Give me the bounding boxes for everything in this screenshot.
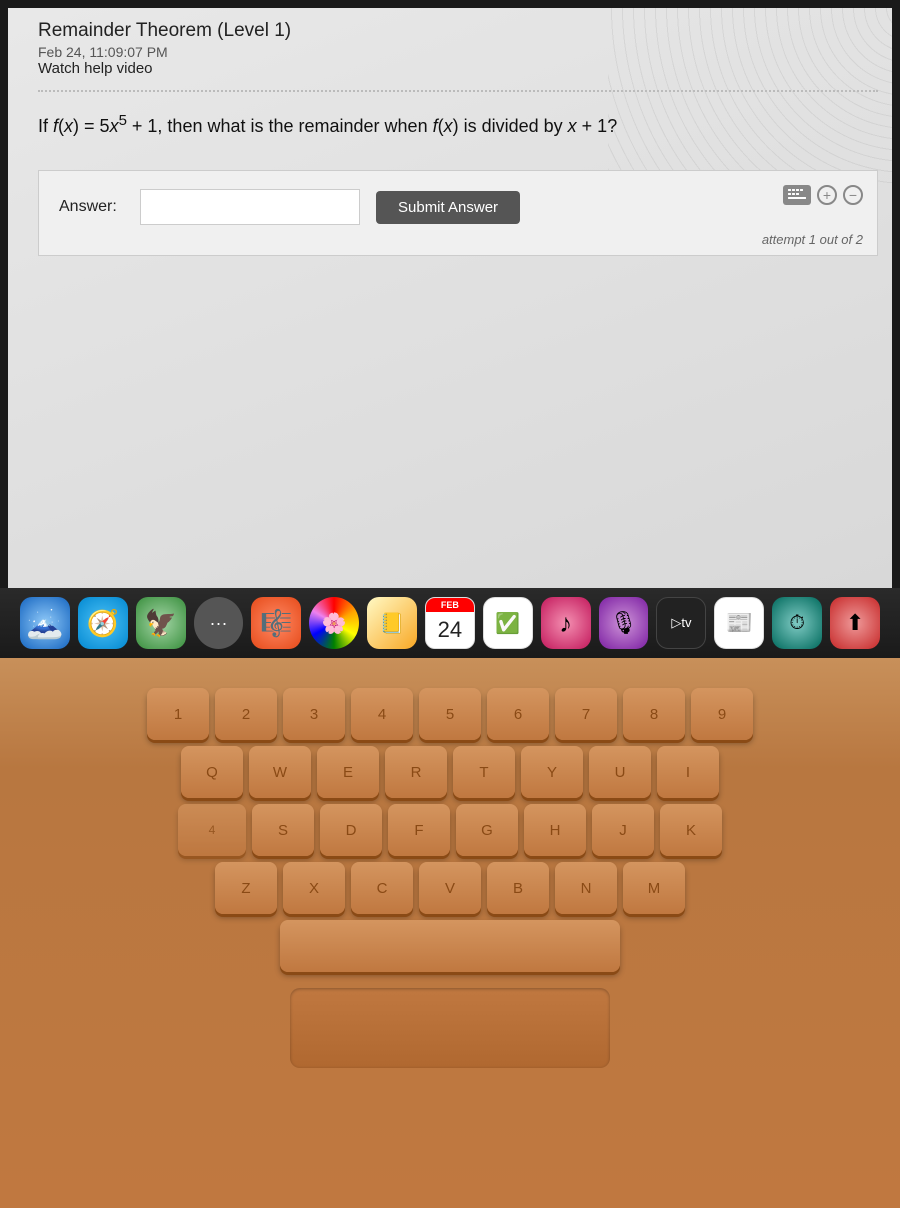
keyboard-row-numbers: 1 2 3 4 5 6 7 8 9 [30,688,870,740]
key-w[interactable]: W [249,746,311,798]
laptop-body: 1 2 3 4 5 6 7 8 9 Q W E R T Y U I 4 S D … [0,658,900,1208]
answer-input[interactable] [140,189,360,225]
screen: Remainder Theorem (Level 1) Feb 24, 11:0… [8,8,892,588]
zoom-out-icon[interactable]: − [843,185,863,205]
answer-section: + − Answer: Submit Answer attempt 1 out … [38,170,878,256]
keyboard-row-a: 4 S D F G H J K [30,804,870,856]
touchpad[interactable] [290,988,610,1068]
key-i[interactable]: I [657,746,719,798]
key-k[interactable]: K [660,804,722,856]
screen-content: Remainder Theorem (Level 1) Feb 24, 11:0… [8,8,892,588]
title-row: Remainder Theorem (Level 1) [38,20,878,42]
dock-item-finder[interactable]: 🗻 [20,597,70,649]
dock-item-reminders[interactable]: ✅ [483,597,533,649]
key-m[interactable]: M [623,862,685,914]
key-d[interactable]: D [320,804,382,856]
key-y[interactable]: Y [521,746,583,798]
dock-item-news[interactable]: 📰 [714,597,764,649]
key-3[interactable]: 3 [283,688,345,740]
key-9[interactable]: 9 [691,688,753,740]
keyboard-icons: + − [783,185,863,205]
answer-label: Answer: [59,198,124,216]
key-h[interactable]: H [524,804,586,856]
dock-item-bird[interactable]: 🦅 [136,597,186,649]
question-text: If f(x) = 5x5 + 1, then what is the rema… [38,110,878,140]
attempt-text: attempt 1 out of 2 [762,232,863,247]
key-n[interactable]: N [555,862,617,914]
key-e[interactable]: E [317,746,379,798]
dock-item-script[interactable]: 🎼 [251,597,301,649]
key-5[interactable]: 5 [419,688,481,740]
key-7[interactable]: 7 [555,688,617,740]
dock: 🗻 🧭 🦅 ··· 🎼 🌸 📒 FEB 24 ✅ ♪ 🎙 ▷tv 📰 ⏱ ⬆ M… [0,588,900,658]
dock-item-safari[interactable]: 🧭 [78,597,128,649]
keyboard-icon[interactable] [783,185,811,205]
dock-item-appletv[interactable]: ▷tv [656,597,706,649]
answer-row: Answer: Submit Answer [59,189,857,225]
screen-bezel: Remainder Theorem (Level 1) Feb 24, 11:0… [0,0,900,588]
key-c[interactable]: C [351,862,413,914]
key-f[interactable]: F [388,804,450,856]
dock-item-calendar[interactable]: FEB 24 [425,597,475,649]
keyboard-area: 1 2 3 4 5 6 7 8 9 Q W E R T Y U I 4 S D … [20,678,880,988]
key-x[interactable]: X [283,862,345,914]
key-1[interactable]: 1 [147,688,209,740]
zoom-in-icon[interactable]: + [817,185,837,205]
dock-item-music[interactable]: ♪ [541,597,591,649]
calendar-month: FEB [426,598,474,612]
dock-item-podcast[interactable]: 🎙 [599,597,649,649]
key-v[interactable]: V [419,862,481,914]
key-6[interactable]: 6 [487,688,549,740]
dock-item-ellipsis[interactable]: ··· [194,597,244,649]
keyboard-row-z: Z X C V B N M [30,862,870,914]
datetime: Feb 24, 11:09:07 PM [38,44,878,60]
key-r[interactable]: R [385,746,447,798]
keyboard-row-q: Q W E R T Y U I [30,746,870,798]
key-a-wide[interactable]: 4 [178,804,246,856]
calendar-day: 24 [438,612,462,648]
watch-help-link[interactable]: Watch help video [38,60,153,77]
key-j[interactable]: J [592,804,654,856]
section-divider [38,90,878,92]
key-s[interactable]: S [252,804,314,856]
key-4[interactable]: 4 [351,688,413,740]
page-title: Remainder Theorem (Level 1) [38,20,291,42]
dock-item-finder2[interactable]: ⬆ [830,597,880,649]
key-q[interactable]: Q [181,746,243,798]
dock-item-notes[interactable]: 📒 [367,597,417,649]
submit-button[interactable]: Submit Answer [376,191,520,224]
key-g[interactable]: G [456,804,518,856]
key-b[interactable]: B [487,862,549,914]
key-2[interactable]: 2 [215,688,277,740]
dock-item-photos[interactable]: 🌸 [309,597,359,649]
dock-item-screentime[interactable]: ⏱ [772,597,822,649]
key-u[interactable]: U [589,746,651,798]
keyboard-row-space [30,920,870,972]
content-area: Remainder Theorem (Level 1) Feb 24, 11:0… [8,8,892,256]
key-8[interactable]: 8 [623,688,685,740]
key-t[interactable]: T [453,746,515,798]
key-space[interactable] [280,920,620,972]
key-z[interactable]: Z [215,862,277,914]
